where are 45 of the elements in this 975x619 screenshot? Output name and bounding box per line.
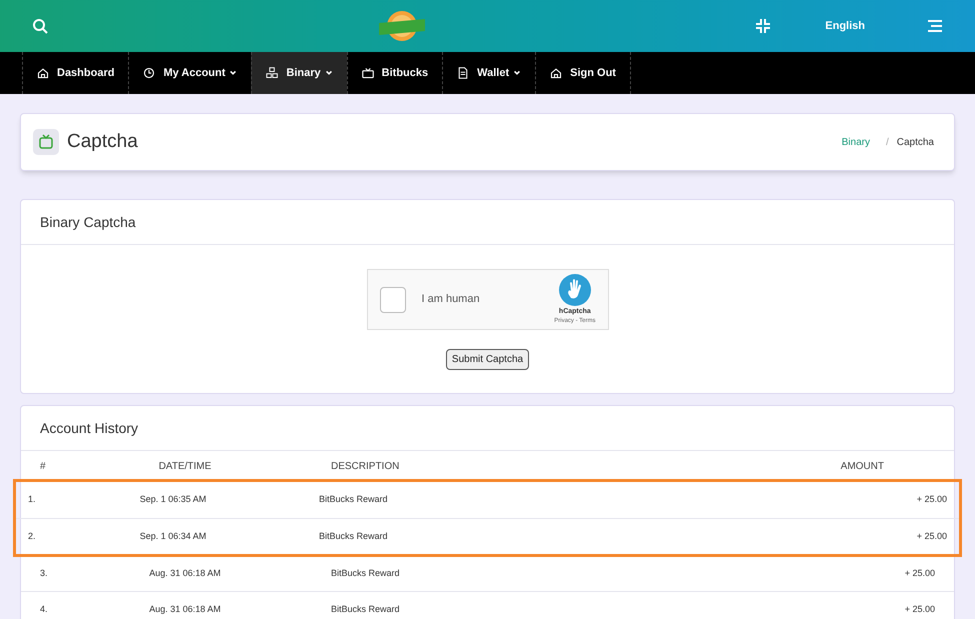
table-cell-text: 4. — [40, 602, 49, 616]
column-header: DESCRIPTION — [330, 460, 400, 474]
card-title: Account History — [40, 418, 138, 438]
hierarchy-icon — [266, 67, 278, 79]
checkbox-label: I am human — [422, 292, 480, 308]
document-icon — [457, 67, 470, 79]
nav-item[interactable]: Dashboard — [22, 52, 128, 94]
table-cell-text: Aug. 31 06:18 AM — [148, 566, 222, 580]
page-title: Captcha — [67, 130, 138, 154]
collapse-icon[interactable] — [755, 18, 772, 34]
table-cell-text: + 25.00 — [916, 493, 947, 506]
nav-item[interactable]: Sign Out — [535, 52, 631, 94]
menu-icon[interactable] — [927, 20, 943, 32]
table-cell-text: + 25.00 — [904, 602, 935, 616]
tv-icon — [362, 67, 374, 79]
table-cell-text: + 25.00 — [904, 566, 935, 580]
table-cell-text: BitBucks Reward — [318, 493, 389, 506]
column-header: DATE/TIME — [158, 460, 212, 474]
house-icon — [550, 67, 562, 79]
breadcrumb-separator: / — [886, 136, 889, 150]
table-cell-text: 3. — [40, 566, 49, 580]
table-cell-text: Sep. 1 06:35 AM — [138, 493, 208, 506]
nav-item[interactable]: My Account — [128, 52, 252, 94]
submit-captcha-button[interactable]: Submit Captcha — [446, 349, 530, 370]
table-cell-text: BitBucks Reward — [330, 566, 401, 580]
table-cell-text: Aug. 31 06:18 AM — [148, 602, 222, 616]
search-icon[interactable] — [32, 18, 48, 34]
table-cell-text: BitBucks Reward — [318, 530, 389, 543]
column-header: AMOUNT — [840, 460, 885, 474]
card-title: Binary Captcha — [40, 212, 136, 232]
column-header: # — [40, 460, 47, 474]
logo-drawing — [376, 9, 427, 43]
table-cell-text: 1. — [28, 493, 37, 506]
table-cell-text: 2. — [28, 530, 37, 543]
tv-icon — [33, 129, 59, 155]
captcha-checkbox[interactable] — [380, 286, 406, 312]
nav-item[interactable]: Binary — [251, 52, 347, 94]
house-icon — [37, 67, 49, 79]
table-cell-text: + 25.00 — [916, 530, 947, 543]
table-cell-text: BitBucks Reward — [330, 602, 401, 616]
breadcrumb-link[interactable]: Binary — [842, 134, 870, 150]
breadcrumb-current: Captcha — [896, 136, 934, 150]
hand-icon — [558, 272, 592, 307]
clock-icon — [143, 67, 156, 79]
table-cell-text: Sep. 1 06:34 AM — [138, 530, 208, 543]
